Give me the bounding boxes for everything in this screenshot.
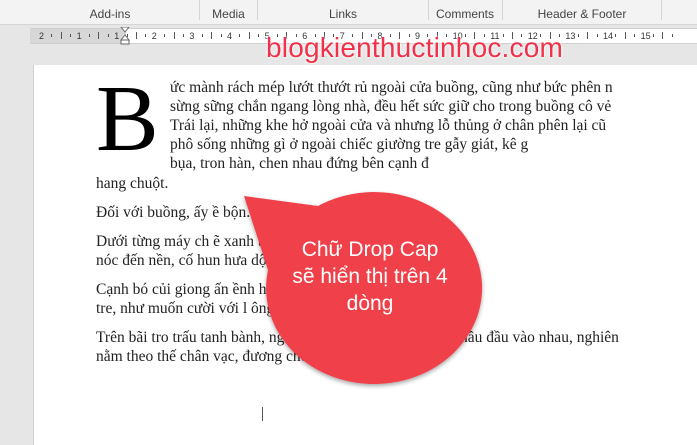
paragraph: Đối với buồng, ấy ề bộn. bbox=[96, 203, 619, 222]
ruler-tick bbox=[653, 34, 654, 37]
ruler-number: 15 bbox=[640, 31, 651, 41]
ruler-tick bbox=[624, 32, 626, 39]
ruler-tick bbox=[634, 34, 636, 37]
ribbon-group-header-footer: Header & Footer bbox=[537, 7, 627, 21]
ruler-tick bbox=[220, 34, 222, 37]
ruler-tick bbox=[183, 34, 184, 37]
ruler-tick bbox=[126, 34, 128, 37]
ruler-tick bbox=[587, 32, 589, 39]
ribbon-group-links: Links bbox=[328, 7, 357, 21]
ruler-tick bbox=[107, 34, 109, 37]
ruler-tick bbox=[98, 32, 100, 39]
text-line: sừng sững chắn ngang lòng nhà, đều hết s… bbox=[170, 98, 612, 115]
ruler-tick bbox=[201, 34, 203, 37]
ruler-tick bbox=[164, 34, 166, 37]
paragraph: Trên bãi tro trấu tanh bành, nguội lạnh,… bbox=[96, 328, 619, 366]
indent-marker-icon[interactable] bbox=[120, 27, 130, 45]
ruler-tick bbox=[615, 34, 617, 37]
text-line: Đối với buồng, ấy ề bộn. bbox=[96, 204, 251, 221]
text-line: Trên bãi tro trấu tanh bành, nguội lạnh,… bbox=[96, 329, 619, 346]
ruler-tick bbox=[136, 32, 137, 39]
ruler-number: 1 bbox=[114, 31, 120, 41]
ribbon-group-labels: Add-ins Media Links Comments Header & Fo… bbox=[0, 0, 697, 25]
paragraph: hang chuột. bbox=[96, 174, 619, 193]
ruler-tick bbox=[211, 32, 213, 39]
text-line: phô sống những gì ở ngoài chiếc giường t… bbox=[170, 136, 529, 153]
ruler-tick bbox=[51, 34, 53, 37]
ribbon-separator bbox=[661, 0, 662, 20]
drop-cap-paragraph-lines: ức mành rách mép lướt thướt rủ ngoài cửa… bbox=[170, 78, 613, 173]
ruler-tick bbox=[577, 34, 579, 37]
ruler-tick bbox=[239, 34, 241, 37]
ruler-tick bbox=[145, 34, 147, 37]
text-line: ức mành rách mép lướt thướt rủ ngoài cửa… bbox=[170, 79, 613, 96]
ribbon-group-add-ins: Add-ins bbox=[89, 7, 131, 21]
ribbon-group-comments: Comments bbox=[435, 7, 494, 21]
ruler-number: 14 bbox=[603, 31, 614, 41]
ruler-number: 2 bbox=[39, 31, 45, 41]
text-line: hang chuột. bbox=[96, 175, 169, 192]
text-line: nằm theo thế chân vạc, đương chờ đến lúc… bbox=[96, 348, 410, 365]
ruler-number: 1 bbox=[76, 31, 82, 41]
ruler-tick bbox=[662, 32, 664, 39]
ruler-tick bbox=[258, 34, 260, 37]
ruler-tick bbox=[89, 34, 90, 37]
drop-cap-letter[interactable]: B bbox=[96, 72, 159, 166]
ruler-number: 2 bbox=[151, 31, 157, 41]
ruler-tick bbox=[248, 32, 250, 39]
site-watermark: blogkienthuctinhoc.com bbox=[266, 32, 564, 63]
ruler-number: 13 bbox=[565, 31, 576, 41]
ruler-tick bbox=[671, 34, 673, 37]
text-line: Trái lại, những khe hở ngoài cửa và nhưn… bbox=[170, 117, 607, 134]
mouse-text-cursor bbox=[262, 407, 263, 421]
ruler-tick bbox=[173, 32, 175, 39]
ruler-tick bbox=[596, 34, 598, 37]
ruler-number: 4 bbox=[227, 31, 233, 41]
text-line: bụa, tron hàn, chen nhau đứng bên cạnh đ bbox=[170, 155, 429, 172]
ruler-tick bbox=[60, 32, 62, 39]
ruler-tick bbox=[70, 34, 72, 37]
ribbon-group-media: Media bbox=[212, 7, 245, 21]
callout-text: Chữ Drop Cap sẽ hiển thị trên 4 dòng bbox=[292, 238, 448, 315]
ruler-number: 3 bbox=[189, 31, 195, 41]
